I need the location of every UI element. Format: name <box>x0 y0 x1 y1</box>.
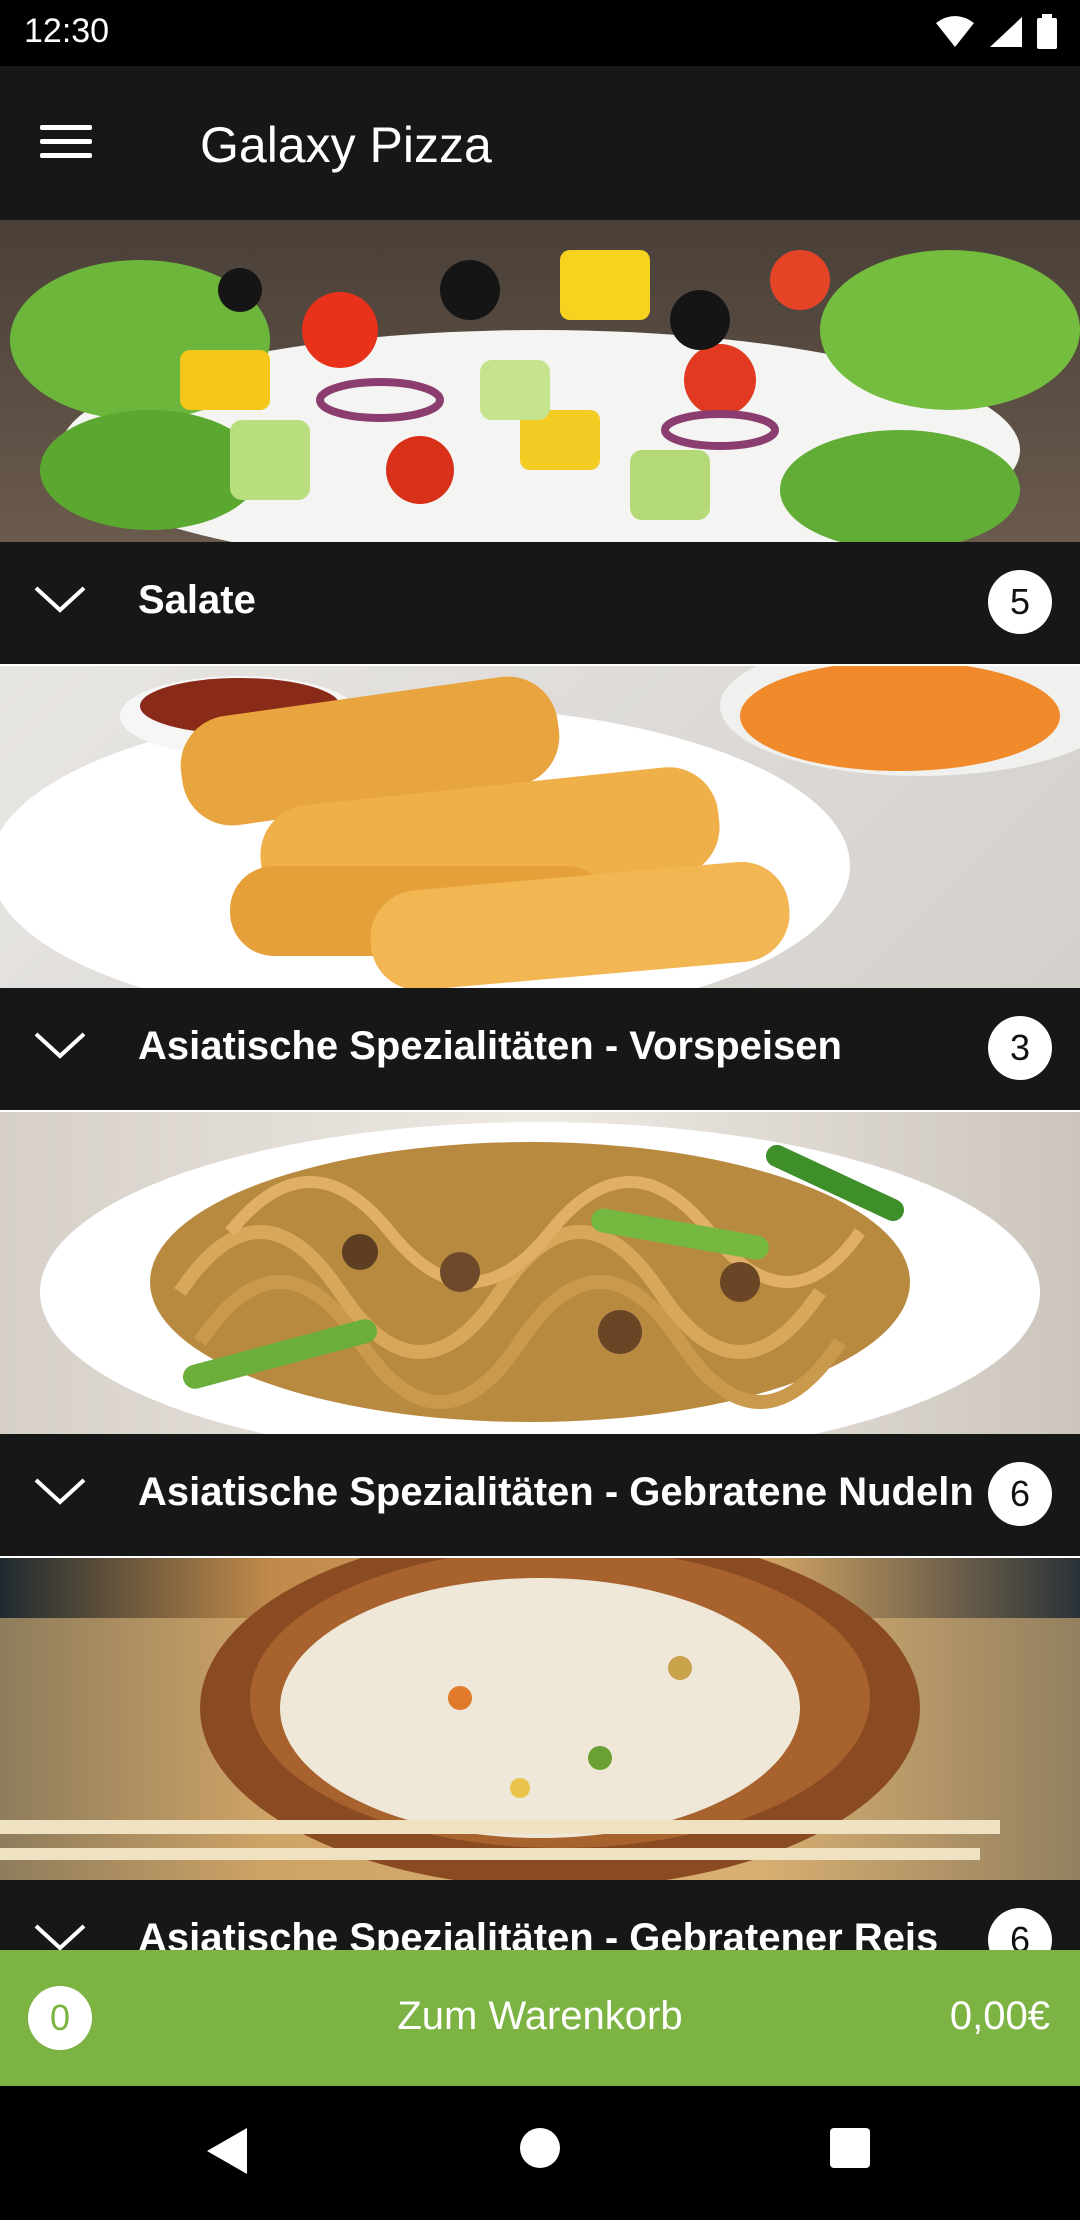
app-title: Galaxy Pizza <box>200 117 492 173</box>
home-icon[interactable] <box>518 2126 562 2170</box>
menu-button[interactable] <box>40 116 110 172</box>
status-icons <box>934 14 1058 50</box>
wifi-icon <box>936 16 974 47</box>
hamburger-icon <box>40 125 92 130</box>
category-header-starters[interactable]: Asiatische Spezialitäten - Vorspeisen 3 <box>0 988 1080 1112</box>
category-image-fried-rice[interactable] <box>0 1558 1080 1880</box>
category-label: Salate <box>138 578 256 622</box>
app-bar: Galaxy Pizza <box>0 66 1080 220</box>
battery-icon <box>1037 14 1057 49</box>
category-count-badge: 5 <box>988 570 1052 634</box>
category-count-badge: 6 <box>988 1462 1052 1526</box>
recents-icon[interactable] <box>828 2126 872 2170</box>
category-label: Asiatische Spezialitäten - Vorspeisen <box>138 1024 842 1068</box>
category-header-fried-noodles[interactable]: Asiatische Spezialitäten - Gebratene Nud… <box>0 1434 1080 1558</box>
status-bar: 12:30 <box>0 0 1080 66</box>
category-list[interactable]: Salate 5 Asiatische Spezialitäten - Vors… <box>0 220 1080 2004</box>
spring-rolls-illustration <box>0 666 1080 988</box>
cart-total: 0,00€ <box>949 1994 1050 2038</box>
system-navigation-bar <box>0 2086 1080 2220</box>
cart-button[interactable]: 0 Zum Warenkorb 0,00€ <box>0 1950 1080 2086</box>
chevron-down-icon <box>34 1478 86 1505</box>
chevron-down-icon <box>34 586 86 613</box>
category-image-fried-noodles[interactable] <box>0 1112 1080 1434</box>
noodles-illustration <box>40 1122 1040 1434</box>
category-count-badge: 3 <box>988 1016 1052 1080</box>
cellular-signal-icon <box>990 17 1022 47</box>
fried-rice-illustration <box>0 1558 1080 1880</box>
category-image-salads[interactable] <box>0 220 1080 542</box>
salad-illustration <box>10 250 1080 542</box>
category-header-salads[interactable]: Salate 5 <box>0 542 1080 666</box>
category-image-starters[interactable] <box>0 666 1080 988</box>
chevron-down-icon <box>34 1032 86 1059</box>
category-label: Asiatische Spezialitäten - Gebratene Nud… <box>138 1470 974 1514</box>
status-time: 12:30 <box>24 12 110 50</box>
back-icon[interactable] <box>205 2126 249 2176</box>
cart-label: Zum Warenkorb <box>397 1994 683 2038</box>
